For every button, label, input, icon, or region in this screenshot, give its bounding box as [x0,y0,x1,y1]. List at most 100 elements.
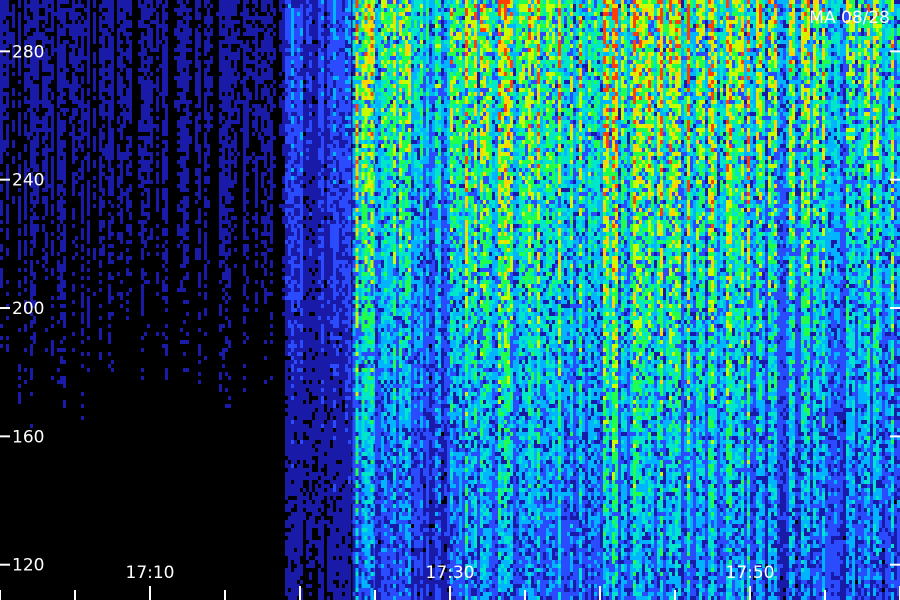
heatmap-cell [99,300,102,304]
heatmap-cell [45,60,48,64]
heatmap-cell [90,92,93,96]
heatmap-cell [39,76,42,80]
heatmap-cell [51,416,54,420]
heatmap-cell [33,128,36,132]
heatmap-cell [57,248,60,252]
heatmap-cell [9,400,12,404]
heatmap-cell [66,24,69,28]
heatmap-cell [39,468,42,472]
heatmap-cell [39,116,42,120]
heatmap-cell [105,168,108,172]
heatmap-cell [42,88,45,92]
heatmap-cell [57,264,60,268]
heatmap-cell [96,344,99,348]
heatmap-cell [93,476,96,480]
heatmap-cell [66,280,69,284]
heatmap-cell [21,356,24,360]
heatmap-cell [105,240,108,244]
heatmap-cell [114,32,117,36]
heatmap-cell [45,440,48,444]
heatmap-cell [12,12,15,16]
heatmap-cell [0,4,3,8]
heatmap-cell [30,224,33,228]
heatmap-cell [24,276,27,280]
heatmap-cell [63,156,66,160]
heatmap-cell [15,32,18,36]
heatmap-cell [93,216,96,220]
heatmap-cell [111,548,114,552]
heatmap-cell [99,392,102,396]
heatmap-cell [90,464,93,468]
heatmap-cell [90,320,93,324]
heatmap-cell [33,336,36,340]
heatmap-cell [45,20,48,24]
heatmap-cell [117,168,120,172]
heatmap-cell [90,244,93,248]
heatmap-cell [72,492,75,496]
heatmap-cell [15,24,18,28]
heatmap-cell [24,132,27,136]
heatmap-cell [36,576,39,580]
heatmap-cell [57,268,60,272]
heatmap-cell [3,88,6,92]
heatmap-cell [102,28,105,32]
heatmap-cell [81,208,84,212]
heatmap-cell [69,312,72,316]
heatmap-cell [117,492,120,496]
heatmap-cell [54,164,57,168]
heatmap-cell [78,268,81,272]
heatmap-cell [45,380,48,384]
heatmap-cell [33,540,36,544]
heatmap-cell [60,4,63,8]
heatmap-cell [54,360,57,364]
heatmap-cell [6,412,9,416]
heatmap-cell [84,176,87,180]
heatmap-cell [30,132,33,136]
heatmap-cell [81,188,84,192]
heatmap-cell [87,296,90,300]
heatmap-cell [81,452,84,456]
heatmap-cell [111,272,114,276]
heatmap-cell [6,552,9,556]
heatmap-cell [117,248,120,252]
heatmap-cell [111,428,114,432]
heatmap-cell [51,320,54,324]
heatmap-cell [87,360,90,364]
heatmap-cell [111,496,114,500]
heatmap-cell [18,164,21,168]
heatmap-cell [108,184,111,188]
heatmap-cell [63,284,66,288]
heatmap-cell [105,248,108,252]
heatmap-cell [54,308,57,312]
heatmap-cell [18,388,21,392]
heatmap-cell [51,248,54,252]
heatmap-cell [66,132,69,136]
heatmap-cell [114,240,117,244]
heatmap-cell [75,64,78,68]
heatmap-cell [27,100,30,104]
heatmap-cell [93,220,96,224]
heatmap-cell [87,316,90,320]
heatmap-cell [96,80,99,84]
heatmap-cell [102,116,105,120]
heatmap-cell [78,96,81,100]
heatmap-cell [54,0,57,4]
heatmap-cell [93,280,96,284]
heatmap-cell [6,252,9,256]
heatmap-cell [57,424,60,428]
heatmap-cell [45,4,48,8]
heatmap-cell [117,412,120,416]
heatmap-cell [27,212,30,216]
heatmap-cell [0,28,3,32]
heatmap-cell [12,16,15,20]
heatmap-cell [60,260,63,264]
heatmap-cell [24,544,27,548]
heatmap-cell [87,492,90,496]
heatmap-cell [57,292,60,296]
heatmap-cell [111,244,114,248]
heatmap-cell [72,116,75,120]
heatmap-cell [27,148,30,152]
heatmap-cell [87,272,90,276]
heatmap-cell [39,368,42,372]
heatmap-cell [45,364,48,368]
